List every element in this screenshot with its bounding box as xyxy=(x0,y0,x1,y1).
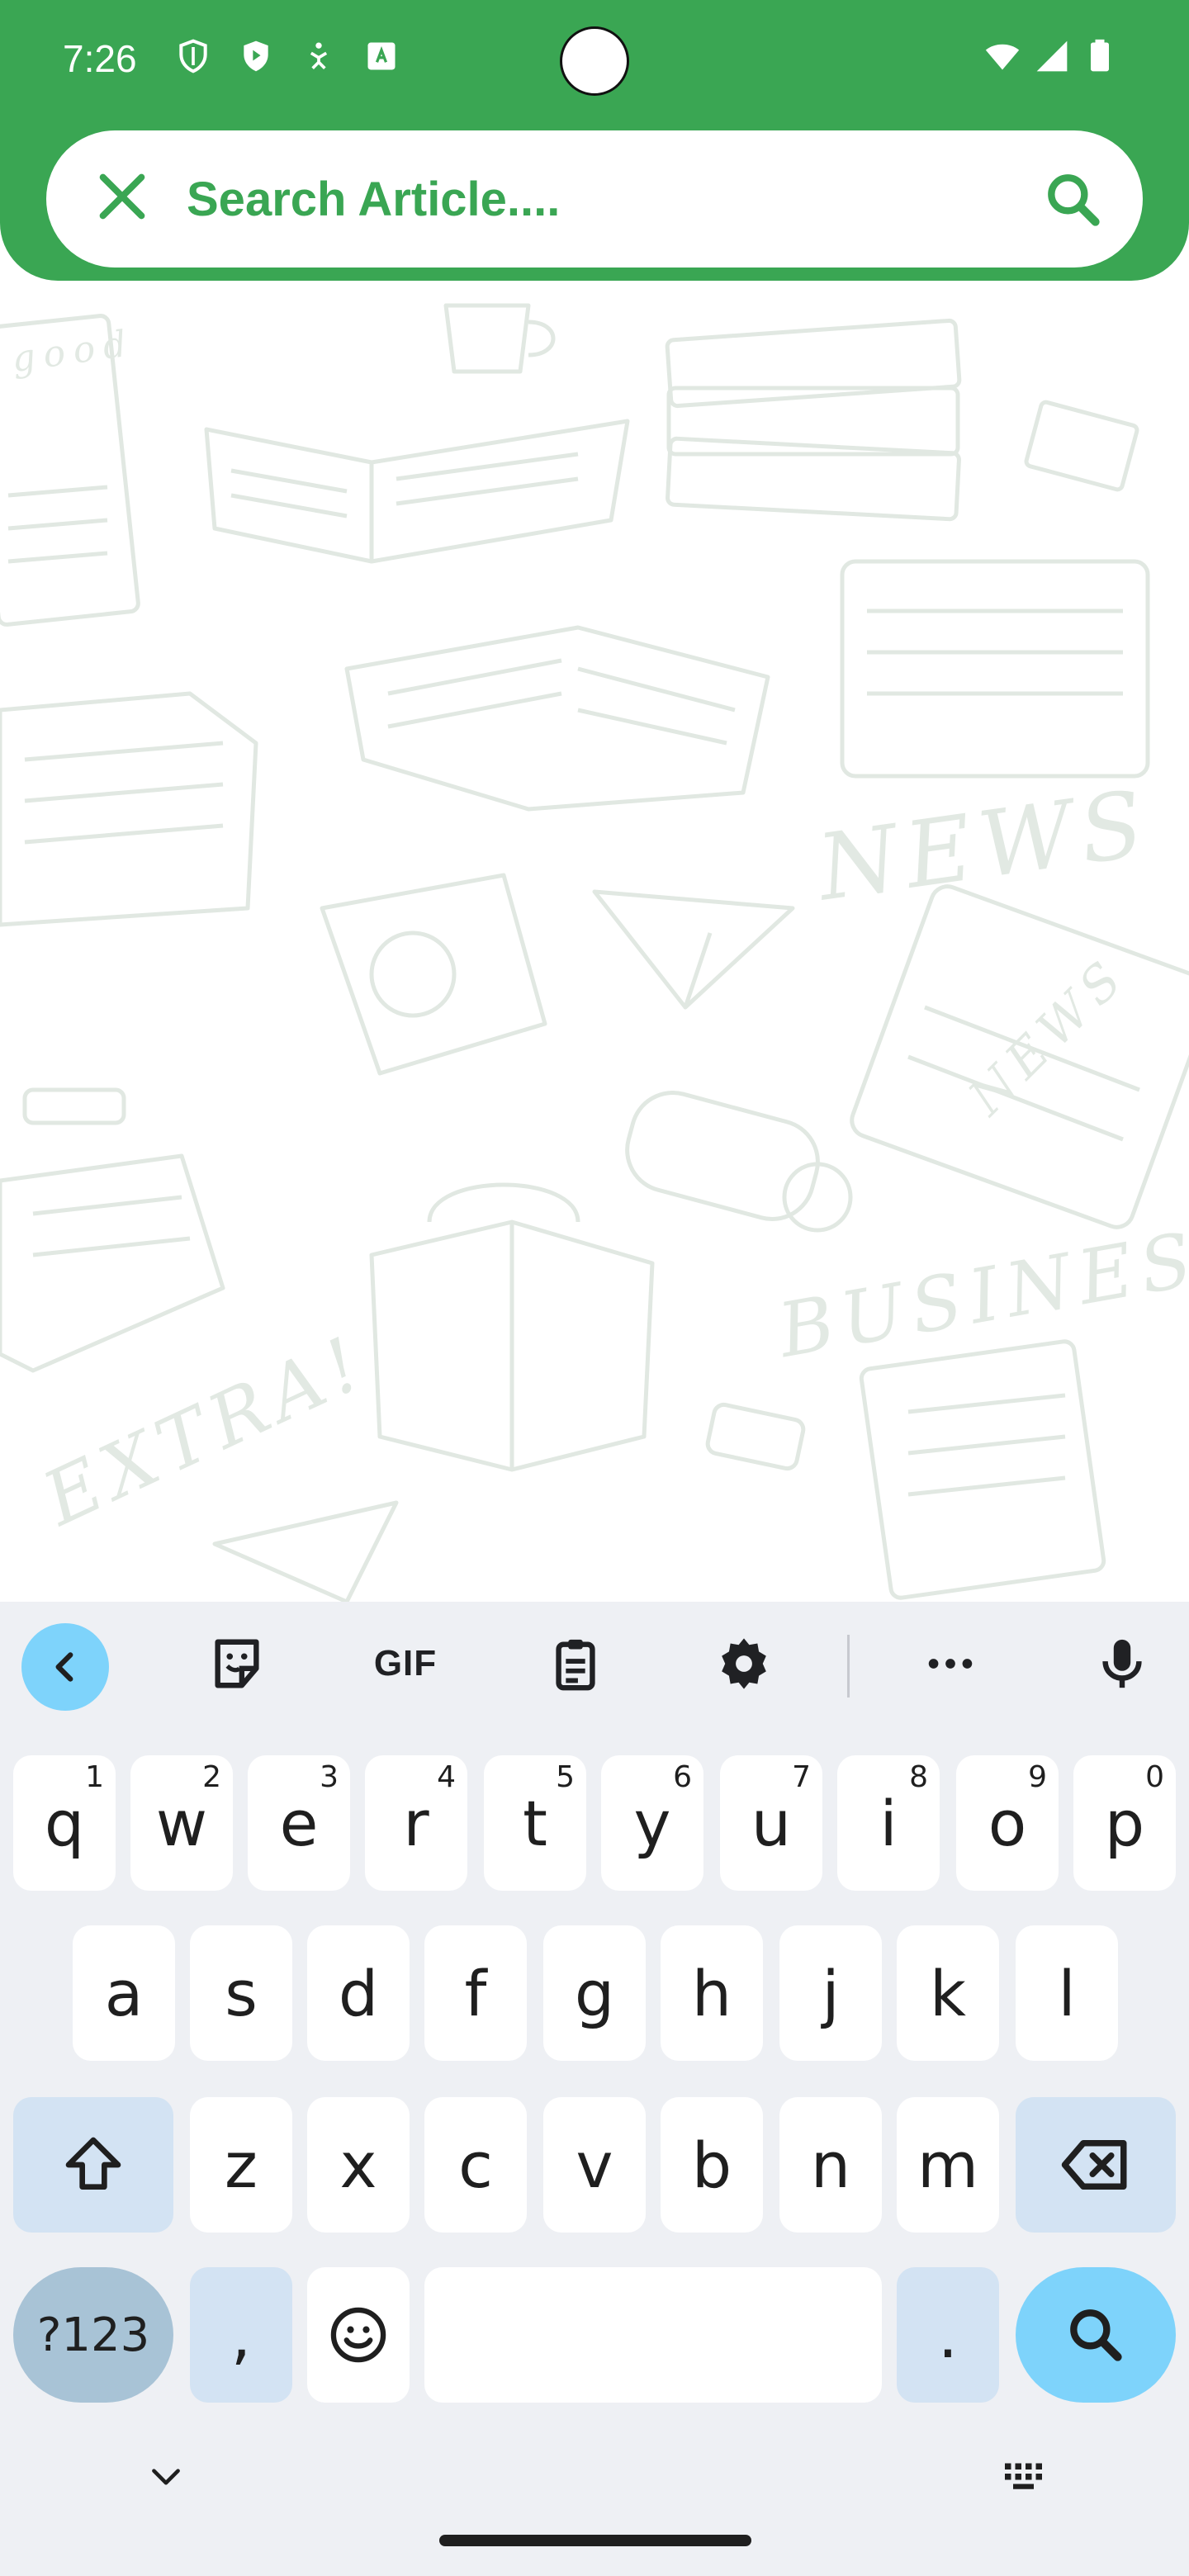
key-label: q xyxy=(44,1786,85,1860)
clipboard-icon xyxy=(556,1639,595,1691)
key-o[interactable]: o9 xyxy=(956,1755,1059,1891)
app-header: 7:26 xyxy=(0,0,1189,281)
more-button[interactable] xyxy=(905,1618,996,1709)
key-label: e xyxy=(279,1786,319,1860)
key-e[interactable]: e3 xyxy=(248,1755,350,1891)
key-g[interactable]: g xyxy=(543,1925,646,2061)
key-hint: 4 xyxy=(437,1760,456,1794)
key-label: o xyxy=(988,1786,1027,1860)
gif-button[interactable]: GIF xyxy=(360,1618,451,1709)
key-hint: 7 xyxy=(792,1760,811,1794)
translate-icon xyxy=(367,42,396,70)
voice-input-button[interactable] xyxy=(1077,1618,1168,1709)
key-hint: 1 xyxy=(85,1760,104,1794)
emoji-key[interactable] xyxy=(307,2267,410,2403)
key-t[interactable]: t5 xyxy=(484,1755,586,1891)
status-bar: 7:26 xyxy=(0,0,1189,124)
key-x[interactable]: x xyxy=(307,2097,410,2233)
search-icon[interactable] xyxy=(1040,167,1106,233)
key-n[interactable]: n xyxy=(779,2097,882,2233)
key-w[interactable]: w2 xyxy=(130,1755,233,1891)
key-hint: 6 xyxy=(673,1760,692,1794)
home-gesture-pill[interactable] xyxy=(439,2535,751,2546)
key-r[interactable]: r4 xyxy=(365,1755,467,1891)
key-m[interactable]: m xyxy=(897,2097,999,2233)
key-hint: 9 xyxy=(1028,1760,1047,1794)
soft-keyboard: GIF q 1 w 2 e 3 r 4 t 5 y 6 u 7 i 8 o 9 … xyxy=(0,1602,1189,2576)
keyboard-switch-icon[interactable] xyxy=(1001,2457,1050,2498)
key-i[interactable]: i8 xyxy=(837,1755,940,1891)
clipboard-button[interactable] xyxy=(530,1618,621,1709)
gif-label: GIF xyxy=(373,1643,438,1683)
keyboard-toolbar: GIF xyxy=(0,1602,1189,1734)
toolbar-divider xyxy=(847,1635,850,1698)
key-label: r xyxy=(403,1786,429,1860)
key-a[interactable]: a xyxy=(73,1925,175,2061)
key-p[interactable]: p0 xyxy=(1073,1755,1176,1891)
key-hint: 3 xyxy=(320,1760,339,1794)
toolbar-back-button[interactable] xyxy=(21,1623,109,1711)
search-action-key[interactable] xyxy=(1016,2267,1176,2403)
period-key[interactable]: . xyxy=(897,2267,999,2403)
key-label: p xyxy=(1104,1786,1145,1860)
key-y[interactable]: y6 xyxy=(601,1755,703,1891)
play-protect-icon xyxy=(244,40,268,72)
search-input[interactable] xyxy=(185,155,1014,243)
backspace-icon xyxy=(1061,2140,1127,2190)
settings-button[interactable] xyxy=(699,1618,789,1709)
key-v[interactable]: v xyxy=(543,2097,646,2233)
key-k[interactable]: k xyxy=(897,1925,999,2061)
search-bar[interactable] xyxy=(46,130,1143,268)
key-l[interactable]: l xyxy=(1016,1925,1118,2061)
space-key[interactable] xyxy=(424,2267,882,2403)
symbols-key[interactable]: ?123 xyxy=(13,2267,173,2403)
shift-icon xyxy=(65,2137,121,2190)
key-z[interactable]: z xyxy=(190,2097,292,2233)
emoji-icon xyxy=(330,2307,386,2363)
sticker-icon xyxy=(215,1639,259,1688)
camera-cutout xyxy=(560,26,629,96)
key-label: y xyxy=(633,1786,671,1860)
key-hint: 2 xyxy=(202,1760,221,1794)
key-u[interactable]: u7 xyxy=(720,1755,822,1891)
key-c[interactable]: c xyxy=(424,2097,527,2233)
wifi-icon xyxy=(985,44,1020,70)
comma-key[interactable]: , xyxy=(190,2267,292,2403)
key-q[interactable]: q1 xyxy=(13,1755,116,1891)
signal-icon xyxy=(1036,40,1068,72)
navigation-bar xyxy=(0,2427,1189,2576)
key-d[interactable]: d xyxy=(307,1925,410,2061)
shift-key[interactable] xyxy=(13,2097,173,2233)
key-label: w xyxy=(155,1786,208,1860)
key-label: t xyxy=(523,1786,547,1860)
backspace-key[interactable] xyxy=(1016,2097,1176,2233)
key-h[interactable]: h xyxy=(661,1925,763,2061)
key-hint: 8 xyxy=(909,1760,928,1794)
battery-icon xyxy=(1091,39,1109,72)
settings-icon xyxy=(722,1638,766,1689)
search-icon xyxy=(1070,2309,1122,2361)
close-icon[interactable] xyxy=(89,163,155,230)
mic-icon xyxy=(1102,1639,1142,1688)
key-hint: 5 xyxy=(556,1760,575,1794)
article-list-empty: NEWS BUSINESS EXTRA! good NEWS xyxy=(0,281,1189,1602)
key-label: u xyxy=(751,1786,792,1860)
sticker-button[interactable] xyxy=(192,1618,282,1709)
key-j[interactable]: j xyxy=(779,1925,882,2061)
shield-outline-icon xyxy=(179,39,207,73)
key-label: i xyxy=(879,1786,898,1860)
accessibility-icon xyxy=(310,42,328,69)
key-f[interactable]: f xyxy=(424,1925,527,2061)
key-hint: 0 xyxy=(1145,1760,1164,1794)
key-s[interactable]: s xyxy=(190,1925,292,2061)
status-time: 7:26 xyxy=(63,37,137,80)
hide-keyboard-icon[interactable] xyxy=(145,2457,187,2498)
back-chevron-icon xyxy=(55,1652,73,1682)
more-icon xyxy=(928,1659,973,1669)
key-b[interactable]: b xyxy=(661,2097,763,2233)
